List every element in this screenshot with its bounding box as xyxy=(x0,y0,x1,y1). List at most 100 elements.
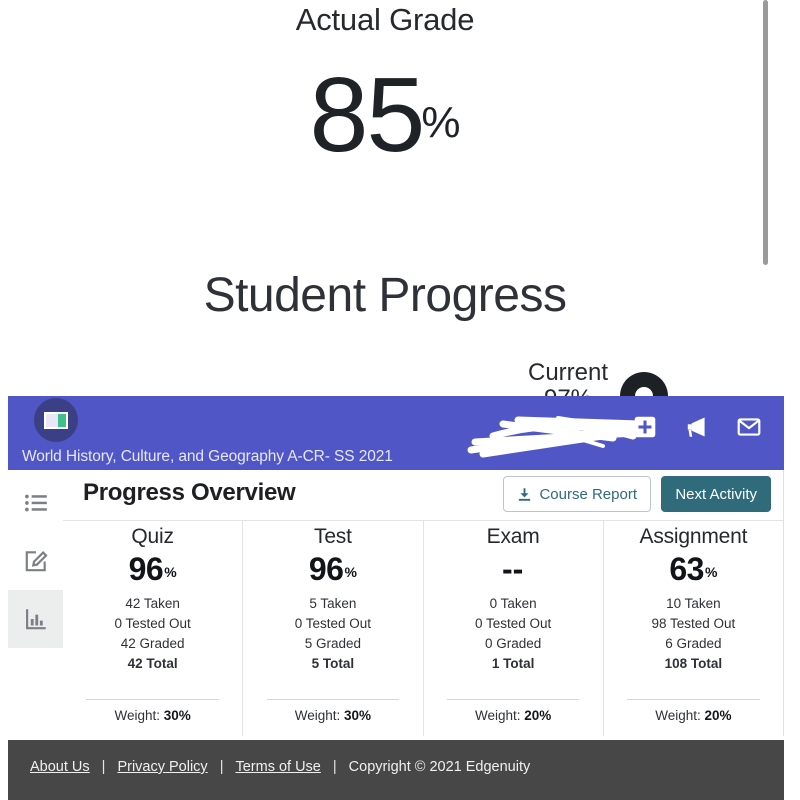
stat-taken: 10 Taken xyxy=(666,596,721,611)
stat-taken: 0 Taken xyxy=(489,596,537,611)
sidebar-item-assignments[interactable] xyxy=(8,532,63,590)
sidebar-item-progress-reports[interactable] xyxy=(8,590,63,648)
footer-links: About Us | Privacy Policy | Terms of Use… xyxy=(30,759,530,775)
course-report-button-label: Course Report xyxy=(539,485,637,503)
sidebar-item-course-list[interactable] xyxy=(8,474,63,532)
weight-label: Weight: xyxy=(474,708,521,723)
stat-tested-out: 0 Tested Out xyxy=(474,616,552,631)
download-icon xyxy=(519,487,531,501)
announcements-megaphone-icon[interactable] xyxy=(684,414,710,440)
progress-column-test: Test 96% 5 Taken 0 Tested Out 5 Graded 5… xyxy=(243,520,424,736)
weight-value: 30% xyxy=(344,708,372,723)
list-bullets-icon xyxy=(24,494,47,512)
add-box-icon[interactable] xyxy=(632,414,658,440)
column-score-percent: % xyxy=(344,564,357,580)
next-activity-button[interactable]: Next Activity xyxy=(661,476,771,512)
column-title: Quiz xyxy=(131,525,174,548)
weight-value: 20% xyxy=(524,708,552,723)
progress-column-quiz: Quiz 96% 42 Taken 0 Tested Out 42 Graded… xyxy=(63,520,244,736)
terms-of-use-link[interactable]: Terms of Use xyxy=(235,759,320,775)
app-header-bar: World History, Culture, and Geography A-… xyxy=(8,396,784,470)
column-stats: 10 Taken 98 Tested Out 6 Graded 108 Tota… xyxy=(604,594,783,674)
column-stats: 5 Taken 0 Tested Out 5 Graded 5 Total xyxy=(243,594,422,674)
column-weight: Weight: 20% xyxy=(604,708,783,723)
footer-separator: | xyxy=(101,759,106,775)
column-score-number: 96 xyxy=(128,551,164,587)
stat-graded: 6 Graded xyxy=(665,636,722,651)
page-title: Progress Overview xyxy=(83,479,296,506)
edit-pencil-square-icon xyxy=(25,551,48,572)
column-score: 96% xyxy=(63,553,242,585)
progress-overview-card: Progress Overview Course Report Next Act… xyxy=(63,470,784,736)
column-score: 96% xyxy=(243,553,422,585)
redaction-scribble xyxy=(467,416,653,458)
copyright-text: Copyright © 2021 Edgenuity xyxy=(348,759,531,775)
weight-label: Weight: xyxy=(294,708,341,723)
actual-grade-number: 85 xyxy=(309,56,425,174)
divider xyxy=(266,699,400,700)
presentation-screen-icon xyxy=(44,411,68,429)
stat-total: 1 Total xyxy=(491,656,535,671)
card-header: Progress Overview Course Report Next Act… xyxy=(63,470,783,521)
edgenuity-logo-icon[interactable] xyxy=(34,398,78,442)
course-report-button[interactable]: Course Report xyxy=(503,476,651,512)
stat-graded: 0 Graded xyxy=(484,636,542,651)
privacy-policy-link[interactable]: Privacy Policy xyxy=(117,759,207,775)
column-weight-area: Weight: 20% xyxy=(424,699,603,736)
next-activity-button-label: Next Activity xyxy=(675,485,757,503)
column-weight: Weight: 20% xyxy=(424,708,603,723)
column-stats: 0 Taken 0 Tested Out 0 Graded 1 Total xyxy=(424,594,603,674)
stat-tested-out: 0 Tested Out xyxy=(114,616,191,631)
current-label: Current xyxy=(528,359,609,386)
column-score-percent: % xyxy=(704,564,718,580)
progress-column-exam: Exam -- 0 Taken 0 Tested Out 0 Graded 1 … xyxy=(424,520,604,736)
about-us-link[interactable]: About Us xyxy=(30,759,90,775)
header-icon-group xyxy=(632,414,762,440)
stat-total: 108 Total xyxy=(664,656,723,671)
actual-grade-label: Actual Grade xyxy=(295,2,475,37)
left-sidebar xyxy=(8,470,64,736)
weight-value: 20% xyxy=(704,708,732,723)
footer-separator: | xyxy=(219,759,224,775)
stat-tested-out: 0 Tested Out xyxy=(294,616,372,631)
app-footer: About Us | Privacy Policy | Terms of Use… xyxy=(8,740,784,800)
column-weight: Weight: 30% xyxy=(243,708,422,723)
column-weight-area: Weight: 30% xyxy=(243,699,422,736)
column-title: Exam xyxy=(486,525,540,548)
column-weight: Weight: 30% xyxy=(63,708,242,723)
divider xyxy=(627,699,760,700)
actual-grade-value: 85% xyxy=(0,62,770,168)
weight-label: Weight: xyxy=(655,708,701,723)
column-score-number: 96 xyxy=(308,551,344,587)
bar-chart-icon xyxy=(25,609,46,630)
column-weight-area: Weight: 20% xyxy=(604,699,783,736)
progress-columns: Quiz 96% 42 Taken 0 Tested Out 42 Graded… xyxy=(63,520,783,736)
stat-graded: 42 Graded xyxy=(120,636,185,651)
column-score: -- xyxy=(424,553,603,585)
progress-column-assignment: Assignment 63% 10 Taken 98 Tested Out 6 … xyxy=(604,520,783,736)
column-stats: 42 Taken 0 Tested Out 42 Graded 42 Total xyxy=(63,594,242,674)
weight-value: 30% xyxy=(163,708,191,723)
footer-separator: | xyxy=(332,759,337,775)
messages-envelope-icon[interactable] xyxy=(736,414,762,440)
stat-taken: 42 Taken xyxy=(125,596,180,611)
column-weight-area: Weight: 30% xyxy=(63,699,242,736)
column-score-number: 63 xyxy=(669,551,704,587)
course-title: World History, Culture, and Geography A-… xyxy=(22,448,393,465)
column-title: Test xyxy=(314,525,352,548)
weight-label: Weight: xyxy=(114,708,160,723)
column-score-number: -- xyxy=(501,551,524,587)
stat-graded: 5 Graded xyxy=(304,636,362,651)
column-title: Assignment xyxy=(639,525,748,548)
stat-tested-out: 98 Tested Out xyxy=(651,616,736,631)
divider xyxy=(86,699,219,700)
divider xyxy=(446,699,580,700)
actual-grade-percent-symbol: % xyxy=(421,98,461,147)
column-score: 63% xyxy=(604,553,783,585)
stat-total: 5 Total xyxy=(311,656,355,671)
stat-taken: 5 Taken xyxy=(309,596,357,611)
stat-total: 42 Total xyxy=(127,656,178,671)
column-score-percent: % xyxy=(164,564,177,580)
page-scrollbar[interactable] xyxy=(763,0,768,265)
edgenuity-app-screenshot: World History, Culture, and Geography A-… xyxy=(0,396,800,800)
